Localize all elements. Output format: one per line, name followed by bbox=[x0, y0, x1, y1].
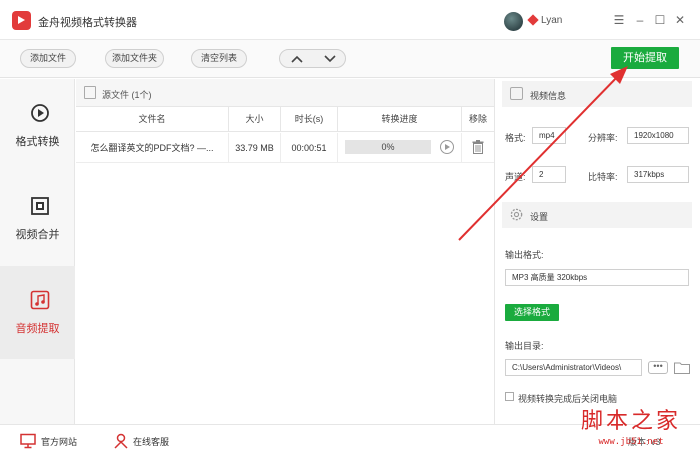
bitrate-label: 比特率: bbox=[588, 172, 618, 182]
move-button-group bbox=[279, 49, 346, 68]
sidebar-item-label: 格式转换 bbox=[15, 136, 60, 148]
shutdown-label: 视频转换完成后关闭电脑 bbox=[518, 394, 618, 404]
settings-title: 设置 bbox=[530, 212, 549, 222]
output-format-field[interactable]: MP3 高质量 320kbps bbox=[505, 269, 689, 286]
convert-icon bbox=[31, 104, 49, 122]
column-header-progress: 转换进度 bbox=[338, 107, 462, 132]
output-format-label: 输出格式: bbox=[505, 250, 544, 260]
bitrate-value: 317kbps bbox=[627, 166, 689, 183]
channel-label: 声道: bbox=[505, 172, 526, 182]
sidebar-item-format-convert[interactable]: 格式转换 bbox=[0, 79, 75, 172]
music-icon bbox=[30, 290, 50, 310]
video-info-title: 视频信息 bbox=[530, 91, 567, 101]
online-service-link[interactable]: 在线客服 bbox=[133, 435, 169, 448]
file-panel: 源文件 (1个) 文件名 大小 时长(s) 转换进度 移除 怎么翻译英文的PDF… bbox=[76, 79, 494, 424]
merge-icon bbox=[31, 197, 49, 215]
column-header-name: 文件名 bbox=[76, 107, 229, 132]
video-info-header: 视频信息 bbox=[502, 81, 692, 107]
resolution-value: 1920x1080 bbox=[627, 127, 689, 144]
folder-icon[interactable] bbox=[674, 361, 690, 374]
maximize-icon[interactable]: ☐ bbox=[652, 12, 668, 28]
app-title: 金舟视频格式转换器 bbox=[38, 17, 137, 29]
sidebar-item-video-merge[interactable]: 视频合并 bbox=[0, 172, 75, 265]
official-website-link[interactable]: 官方网站 bbox=[41, 435, 77, 448]
browse-button[interactable]: ••• bbox=[648, 361, 668, 374]
file-size-cell: 33.79 MB bbox=[229, 133, 281, 163]
gear-icon bbox=[510, 208, 523, 221]
shutdown-checkbox[interactable] bbox=[505, 392, 514, 401]
table-row[interactable]: 怎么翻译英文的PDF文档? —... 33.79 MB 00:00:51 bbox=[76, 133, 494, 163]
output-dir-label: 输出目录: bbox=[505, 341, 544, 351]
sidebar-item-label: 视频合并 bbox=[15, 229, 60, 241]
column-header-remove: 移除 bbox=[468, 114, 487, 124]
move-down-button[interactable] bbox=[313, 50, 346, 67]
table-header: 文件名 大小 时长(s) 转换进度 移除 bbox=[76, 107, 494, 132]
progress-text: 0% bbox=[381, 142, 395, 152]
chevron-down-icon bbox=[323, 54, 336, 62]
username[interactable]: Lyan bbox=[541, 15, 562, 26]
watermark-url: www.jb51.net bbox=[598, 437, 664, 447]
monitor-icon bbox=[20, 433, 36, 449]
file-name-cell: 怎么翻译英文的PDF文档? —... bbox=[76, 133, 229, 163]
app-logo-icon bbox=[12, 11, 31, 30]
progress-bar: 0% bbox=[345, 140, 431, 154]
clear-list-button[interactable]: 清空列表 bbox=[191, 49, 247, 68]
toolbar: 添加文件 添加文件夹 清空列表 bbox=[0, 40, 700, 78]
watermark-main: 脚本之家 bbox=[580, 409, 681, 434]
avatar[interactable] bbox=[504, 12, 523, 31]
customer-service-icon bbox=[114, 433, 128, 449]
video-info-icon bbox=[510, 87, 523, 100]
chevron-up-icon bbox=[290, 55, 303, 63]
sidebar-item-audio-extract[interactable]: 音频提取 bbox=[0, 266, 75, 359]
vip-icon bbox=[527, 14, 539, 26]
play-icon[interactable] bbox=[440, 140, 454, 154]
add-folder-button[interactable]: 添加文件夹 bbox=[105, 49, 164, 68]
file-duration-cell: 00:00:51 bbox=[281, 133, 338, 163]
choose-format-button[interactable]: 选择格式 bbox=[505, 304, 559, 321]
format-label: 格式: bbox=[505, 133, 526, 143]
file-icon bbox=[84, 86, 96, 99]
settings-header: 设置 bbox=[502, 202, 692, 228]
move-up-button[interactable] bbox=[280, 50, 313, 67]
minimize-icon[interactable]: – bbox=[632, 12, 648, 28]
close-icon[interactable]: ✕ bbox=[672, 12, 688, 28]
menu-icon[interactable]: ☰ bbox=[611, 12, 627, 28]
output-dir-field[interactable]: C:\Users\Administrator\Videos\ bbox=[505, 359, 642, 376]
source-files-label: 源文件 (1个) bbox=[102, 90, 152, 100]
sidebar-item-label: 音频提取 bbox=[15, 323, 60, 335]
format-value: mp4 bbox=[532, 127, 566, 144]
add-file-button[interactable]: 添加文件 bbox=[20, 49, 76, 68]
start-extract-button[interactable]: 开始提取 bbox=[611, 47, 679, 69]
column-header-duration: 时长(s) bbox=[281, 107, 338, 132]
watermark: 脚本之家 www.jb51.net bbox=[566, 408, 696, 456]
source-files-header: 源文件 (1个) bbox=[76, 79, 494, 107]
resolution-label: 分辨率: bbox=[588, 133, 618, 143]
trash-icon[interactable] bbox=[472, 140, 484, 154]
title-bar: 金舟视频格式转换器 Lyan ☰ – ☐ ✕ bbox=[0, 0, 700, 40]
channel-value: 2 bbox=[532, 166, 566, 183]
column-header-size: 大小 bbox=[229, 107, 281, 132]
sidebar: 格式转换 视频合并 音频提取 bbox=[0, 79, 75, 424]
